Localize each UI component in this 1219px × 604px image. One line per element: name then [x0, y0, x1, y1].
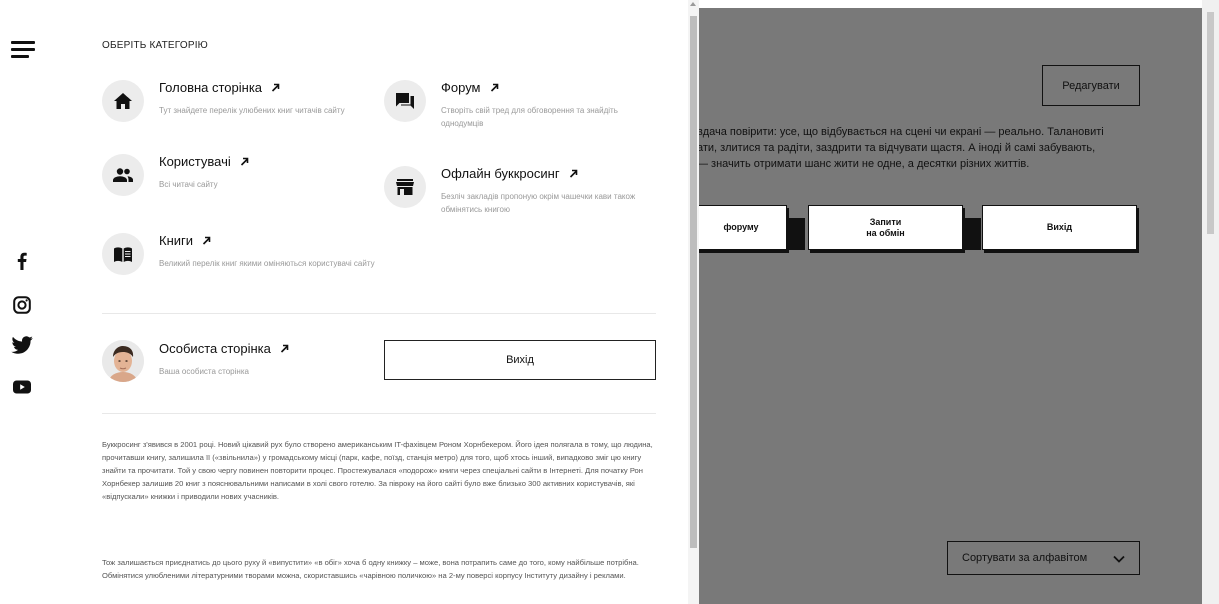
tab-connector — [963, 218, 981, 250]
scrollbar-thumb[interactable] — [1207, 12, 1214, 234]
left-rail — [0, 0, 48, 604]
scrollbar-thumb[interactable] — [690, 16, 697, 548]
menu-icon[interactable] — [11, 40, 37, 60]
category-desc: Тут знайдете перелік улюбених книг читач… — [159, 106, 345, 115]
category-menu: ОБЕРІТЬ КАТЕГОРІЮ Головна сторінка Тут з… — [48, 0, 686, 604]
chevron-down-icon — [1113, 554, 1125, 566]
arrow-up-right-icon — [202, 236, 211, 245]
category-title: Форум — [441, 80, 481, 95]
category-title: Користувачі — [159, 154, 231, 169]
profile-link[interactable]: Особиста сторінка Ваша особиста сторінка — [159, 341, 289, 378]
text-line: ати, злитися та радіти, заздрити та відч… — [699, 142, 1096, 154]
arrow-up-right-icon — [240, 157, 249, 166]
arrow-up-right-icon — [569, 169, 578, 178]
background-overlay[interactable]: Редагувати вдача повірити: усе, що відбу… — [699, 8, 1202, 604]
sort-label: Сортувати за алфавітом — [962, 552, 1088, 564]
edit-button[interactable]: Редагувати — [1042, 65, 1140, 106]
users-icon — [102, 154, 144, 196]
category-users[interactable]: Користувачі Всі читачі сайту — [102, 154, 249, 196]
twitter-icon[interactable] — [11, 334, 33, 356]
background-text: вдача повірити: усе, що відбувається на … — [699, 124, 1137, 172]
category-desc: Всі читачі сайту — [159, 180, 218, 189]
sort-dropdown[interactable]: Сортувати за алфавітом — [947, 541, 1140, 575]
tab-connector — [787, 218, 805, 250]
tab-logout[interactable]: Вихід — [982, 205, 1137, 250]
category-title: Офлайн буккросинг — [441, 166, 560, 181]
tab-label: Запити — [869, 216, 902, 227]
text-line: вдача повірити: усе, що відбувається на … — [699, 126, 1104, 138]
profile-desc: Ваша особиста сторінка — [159, 367, 249, 376]
page-top-strip — [699, 0, 1202, 8]
menu-heading: ОБЕРІТЬ КАТЕГОРІЮ — [102, 40, 208, 51]
category-books[interactable]: Книги Великий перелік книг якими оміняют… — [102, 233, 389, 275]
category-forum[interactable]: Форум Створіть свій тред для обговорення… — [384, 80, 651, 130]
menu-scrollbar[interactable] — [688, 0, 699, 604]
scroll-up-icon[interactable] — [690, 2, 696, 6]
arrow-up-right-icon — [490, 83, 499, 92]
divider — [102, 413, 656, 414]
tab-forum[interactable]: форуму — [699, 205, 787, 250]
youtube-icon[interactable] — [11, 376, 33, 398]
about-paragraph: Буккросинг з'явився в 2001 році. Новий ц… — [102, 440, 653, 501]
home-icon — [102, 80, 144, 122]
tab-label: на обмін — [866, 227, 905, 238]
arrow-up-right-icon — [271, 83, 280, 92]
about-paragraph: Тож залишається приєднатись до цього рух… — [102, 558, 639, 580]
text-line: — значить отримати шанс жити не одне, а … — [699, 158, 1030, 170]
logout-button[interactable]: Вихід — [384, 340, 656, 380]
category-home[interactable]: Головна сторінка Тут знайдете перелік ул… — [102, 80, 345, 122]
tab-label: Вихід — [1046, 222, 1073, 232]
facebook-icon[interactable] — [11, 250, 33, 272]
instagram-icon[interactable] — [11, 294, 33, 316]
tab-label: форуму — [723, 222, 759, 232]
page-scrollbar[interactable] — [1202, 0, 1219, 604]
arrow-up-right-icon — [280, 344, 289, 353]
category-title: Головна сторінка — [159, 80, 263, 95]
divider — [102, 313, 656, 314]
category-offline[interactable]: Офлайн буккросинг Безліч закладів пропон… — [384, 166, 656, 216]
category-desc: Безліч закладів пропоную окрім чашечки к… — [441, 192, 636, 214]
tab-exchange-requests[interactable]: Запити на обмін — [808, 205, 963, 250]
store-icon — [384, 166, 426, 208]
forum-icon — [384, 80, 426, 122]
book-icon — [102, 233, 144, 275]
category-desc: Великий перелік книг якими оміняються ко… — [159, 259, 375, 268]
category-desc: Створіть свій тред для обговорення та зн… — [441, 106, 618, 128]
category-title: Книги — [159, 233, 194, 248]
avatar[interactable] — [102, 340, 144, 382]
profile-title: Особиста сторінка — [159, 341, 271, 356]
